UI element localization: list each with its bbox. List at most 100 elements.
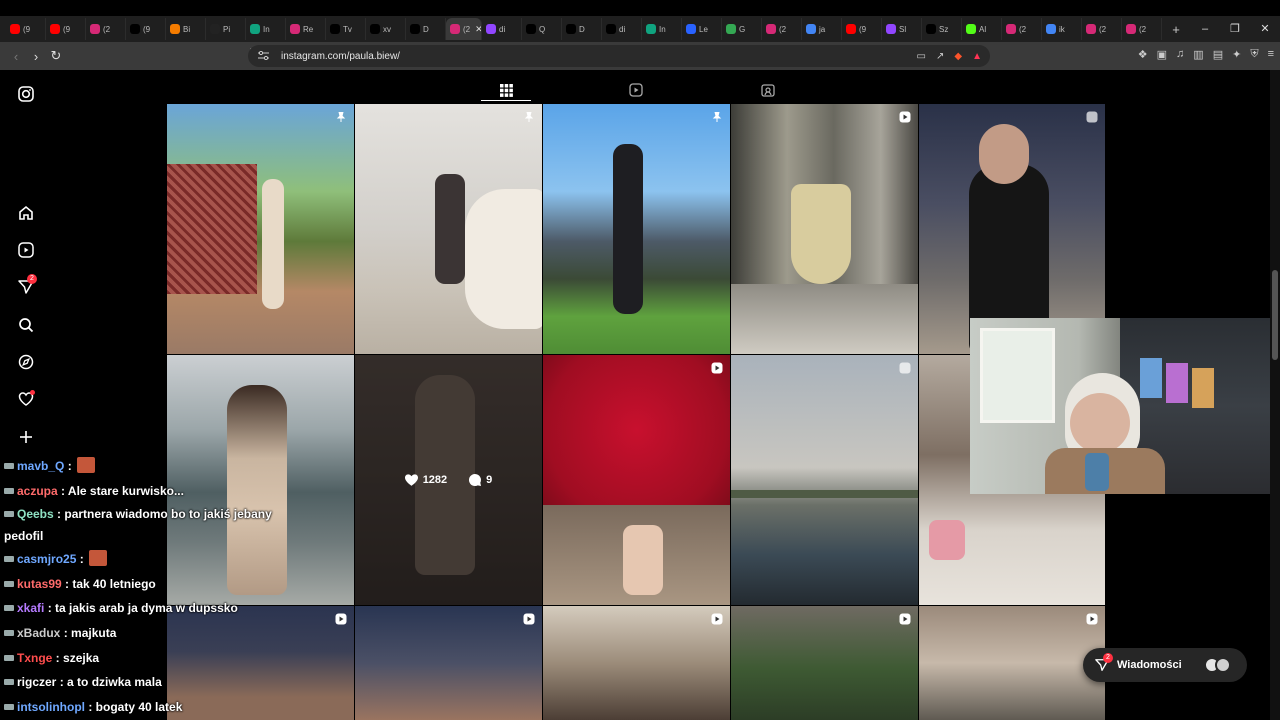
post-tile[interactable] (543, 355, 730, 605)
brave-rewards-icon[interactable]: ▲ (972, 51, 982, 62)
browser-tab[interactable]: Pi (206, 18, 246, 40)
new-tab-button[interactable]: + (1166, 22, 1186, 37)
browser-tab-label: (9 (859, 24, 867, 34)
maximize-button[interactable]: ❐ (1220, 16, 1250, 42)
brave-shield-icon[interactable]: ◆ (954, 51, 962, 62)
browser-tab[interactable]: (9 (6, 18, 46, 40)
browser-tab[interactable]: di (602, 18, 642, 40)
back-button[interactable]: ‹ (6, 49, 26, 64)
leo-icon[interactable]: ✦ (1232, 48, 1241, 61)
search-icon[interactable] (15, 314, 37, 336)
post-tile[interactable] (355, 606, 542, 720)
vpn-icon[interactable]: ⛨ (1250, 48, 1258, 61)
post-tile[interactable] (731, 606, 918, 720)
browser-tab-label: (2 (103, 24, 111, 34)
wallet-icon[interactable]: ▣ (1157, 48, 1167, 61)
browser-tab[interactable]: Bi (166, 18, 206, 40)
messages-pill[interactable]: 2 Wiadomości (1083, 648, 1247, 682)
browser-tab[interactable]: (2 (1082, 18, 1122, 40)
wallet2-icon[interactable]: ▤ (1213, 48, 1223, 61)
post-tile[interactable] (355, 104, 542, 354)
chat-username[interactable]: rigczer (17, 675, 56, 689)
browser-tab[interactable]: Sz (922, 18, 962, 40)
scrollbar[interactable] (1270, 70, 1280, 720)
chat-username[interactable]: xBadux (17, 626, 60, 640)
browser-tab[interactable]: Re (286, 18, 326, 40)
browser-tab[interactable]: Q (522, 18, 562, 40)
browser-tab[interactable]: (9 (126, 18, 166, 40)
browser-tab[interactable]: (2 ✕ (446, 18, 482, 40)
chat-message: kutas99 : tak 40 letniego (0, 572, 300, 597)
browser-tab[interactable]: xv (366, 18, 406, 40)
sidebar-icon[interactable]: ▥ (1193, 48, 1203, 61)
notifications-heart-icon[interactable] (15, 388, 37, 410)
browser-tab[interactable]: di (482, 18, 522, 40)
url-field[interactable]: instagram.com/paula.biew/ ▭ ↗ ◆ ▲ (248, 45, 990, 67)
chat-username[interactable]: aczupa (17, 484, 58, 498)
browser-tab[interactable]: In (246, 18, 286, 40)
top-strip (0, 0, 1280, 16)
browser-tab[interactable]: Tv (326, 18, 366, 40)
post-tile[interactable] (731, 355, 918, 605)
browser-tab[interactable]: (2 (1122, 18, 1162, 40)
browser-tab-label: (9 (143, 24, 151, 34)
tab-posts[interactable] (496, 80, 516, 100)
post-tile[interactable] (167, 104, 354, 354)
site-settings-icon[interactable] (258, 50, 269, 62)
extensions-icon[interactable]: ❖ (1138, 48, 1148, 61)
tab-tagged[interactable] (758, 80, 778, 100)
media-icon[interactable]: ♫ (1176, 48, 1184, 61)
browser-tab[interactable]: Al (962, 18, 1002, 40)
scrollbar-thumb[interactable] (1272, 270, 1278, 360)
chat-username[interactable]: kutas99 (17, 577, 62, 591)
menu-icon[interactable]: ≡ (1268, 48, 1274, 61)
post-tile[interactable] (919, 104, 1105, 354)
chat-username[interactable]: casmjro25 (17, 552, 76, 566)
pin-icon (686, 24, 696, 34)
tiktok-icon (566, 24, 576, 34)
instagram-logo-icon[interactable] (15, 83, 37, 105)
chat-message: Txnge : szejka (0, 646, 300, 671)
share-icon[interactable]: ↗ (936, 51, 944, 62)
chat-separator: : (64, 459, 72, 473)
post-tile[interactable]: 1282 9 (355, 355, 542, 605)
tab-reels[interactable] (626, 80, 646, 100)
reels-icon[interactable] (15, 239, 37, 261)
browser-tab[interactable]: (9 (842, 18, 882, 40)
browser-tab[interactable]: D (562, 18, 602, 40)
reload-button[interactable]: ↻ (46, 48, 66, 64)
post-tile[interactable] (543, 104, 730, 354)
browser-tab[interactable]: (9 (46, 18, 86, 40)
browser-tab[interactable]: ik (1042, 18, 1082, 40)
chat-separator: : (44, 601, 52, 616)
browser-tab[interactable]: D (406, 18, 446, 40)
explore-icon[interactable] (15, 351, 37, 373)
browser-tab[interactable]: G (722, 18, 762, 40)
post-tile[interactable] (543, 606, 730, 720)
chat-username[interactable]: xkafi (17, 601, 44, 615)
home-icon[interactable] (15, 202, 37, 224)
chat-username[interactable]: intsolinhopl (17, 700, 85, 714)
browser-tab[interactable]: (2 (86, 18, 126, 40)
browser-tab[interactable]: ja (802, 18, 842, 40)
browser-tab-label: Le (699, 24, 708, 34)
close-tab-icon[interactable]: ✕ (475, 24, 481, 35)
chat-username[interactable]: mavb_Q (17, 459, 64, 473)
browser-tab[interactable]: (2 (1002, 18, 1042, 40)
chat-message: casmjro25 : (0, 547, 300, 572)
post-tile[interactable] (731, 104, 918, 354)
chat-platform-icon (4, 455, 14, 469)
chat-username[interactable]: Txnge (17, 651, 52, 665)
browser-tab[interactable]: (2 (762, 18, 802, 40)
post-tile[interactable] (919, 606, 1105, 720)
close-window-button[interactable]: ✕ (1250, 16, 1280, 42)
browser-tab[interactable]: In (642, 18, 682, 40)
create-plus-icon[interactable] (15, 426, 37, 448)
browser-tab[interactable]: Le (682, 18, 722, 40)
cast-icon[interactable]: ▭ (917, 51, 926, 62)
forward-button[interactable]: › (26, 49, 46, 64)
chat-username[interactable]: Qeebs (17, 507, 54, 521)
messages-icon[interactable]: 2 (15, 274, 37, 298)
minimize-button[interactable]: – (1190, 16, 1220, 42)
browser-tab[interactable]: Sl (882, 18, 922, 40)
